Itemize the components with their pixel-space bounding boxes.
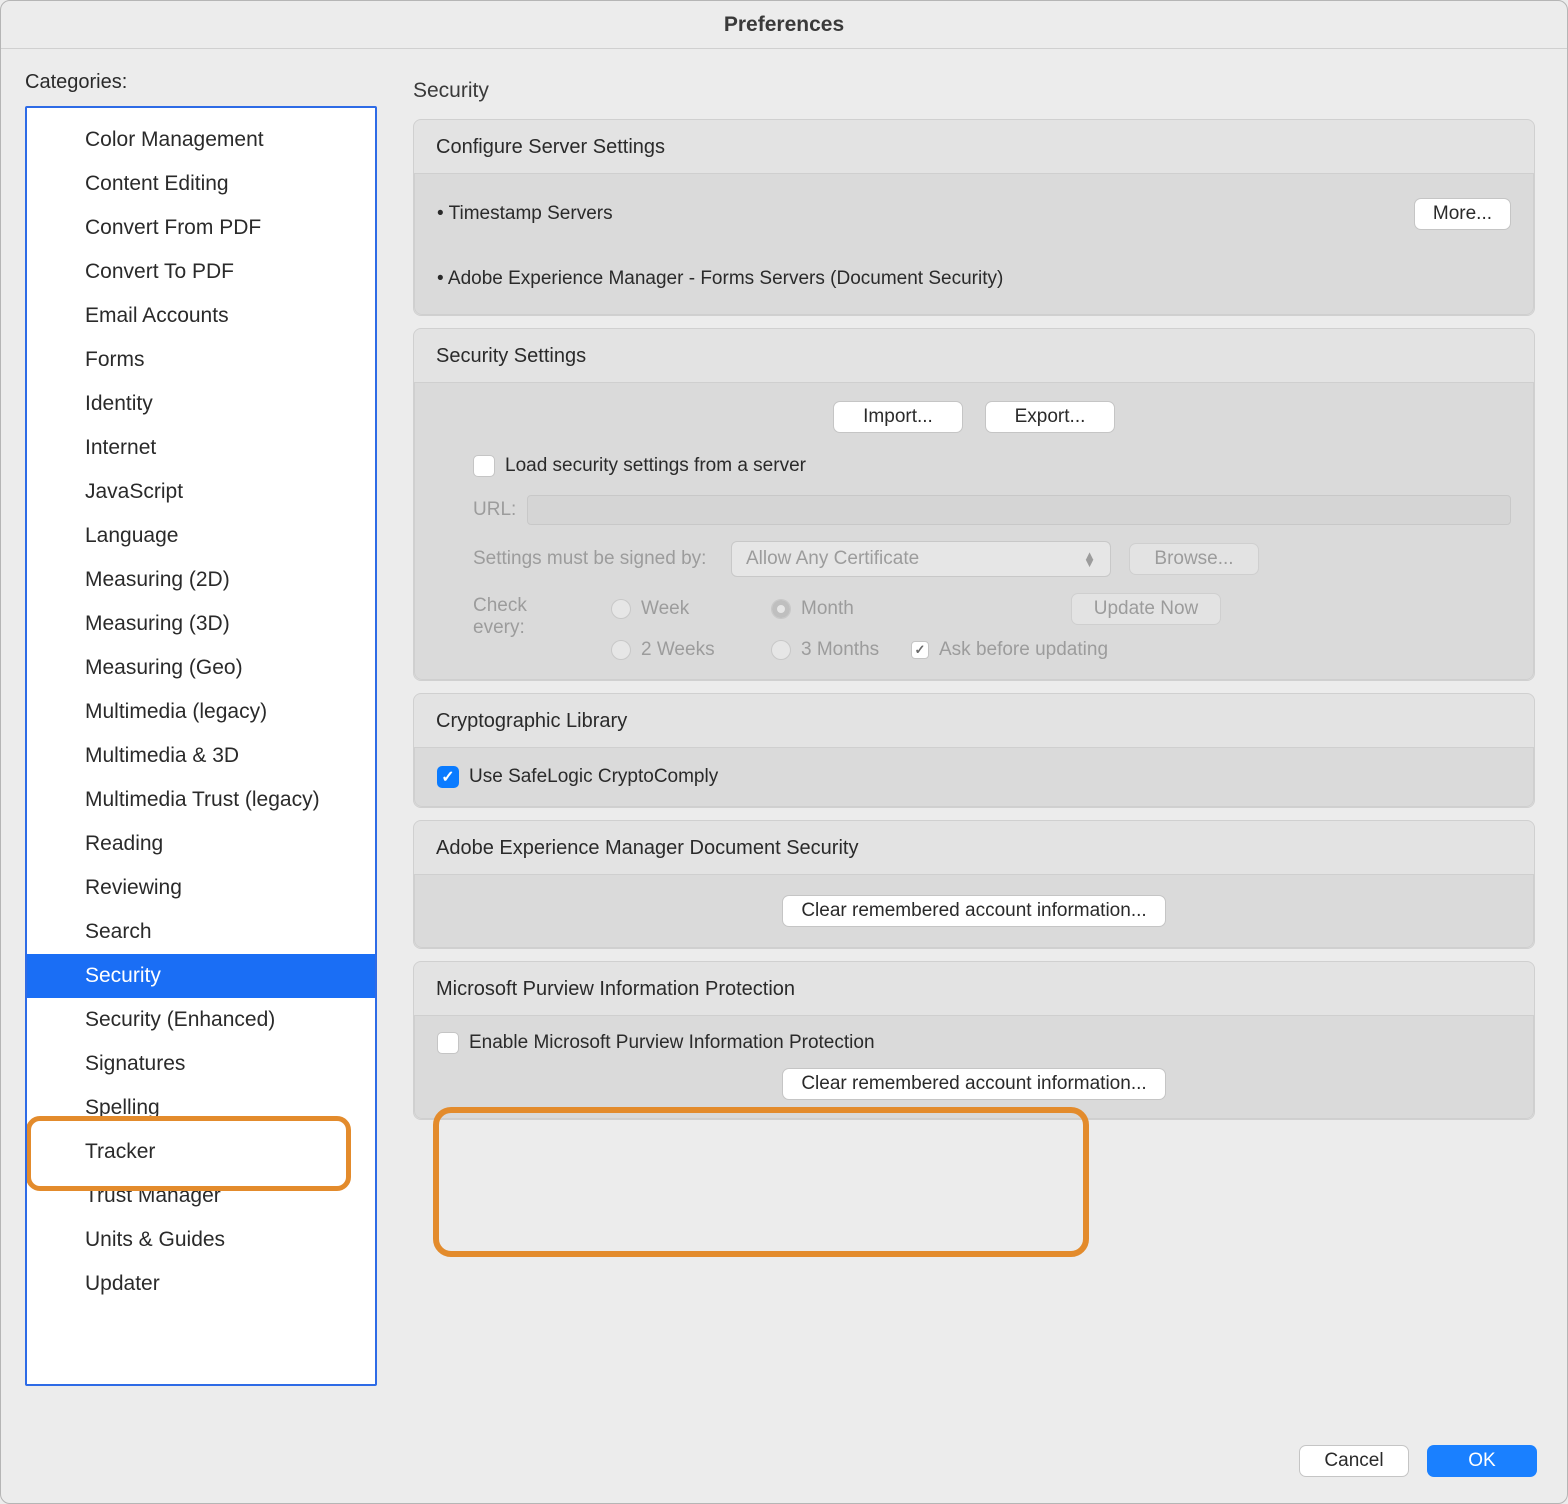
- crypto-row: Use SafeLogic CryptoComply: [437, 766, 1511, 788]
- radio-week-label: Week: [641, 598, 689, 620]
- row-timestamp-servers: • Timestamp Servers More...: [437, 192, 1511, 236]
- signed-by-row: Settings must be signed by: Allow Any Ce…: [437, 541, 1511, 577]
- category-item[interactable]: Identity: [27, 382, 375, 426]
- import-export-row: Import... Export...: [437, 401, 1511, 433]
- category-item[interactable]: Spelling: [27, 1086, 375, 1130]
- mpip-enable-label: Enable Microsoft Purview Information Pro…: [469, 1032, 875, 1054]
- signed-by-label: Settings must be signed by:: [473, 548, 713, 570]
- panel-server-settings-title: Configure Server Settings: [414, 120, 1534, 173]
- category-item[interactable]: Multimedia (legacy): [27, 690, 375, 734]
- category-item[interactable]: Email Accounts: [27, 294, 375, 338]
- ok-button[interactable]: OK: [1427, 1445, 1537, 1477]
- category-item[interactable]: Color Management: [27, 118, 375, 162]
- check-every-row: Check every: Week Month Update Now 2 Wee…: [437, 593, 1511, 661]
- import-button[interactable]: Import...: [833, 401, 963, 433]
- cancel-button[interactable]: Cancel: [1299, 1445, 1409, 1477]
- more-button[interactable]: More...: [1414, 198, 1511, 230]
- category-item[interactable]: Multimedia & 3D: [27, 734, 375, 778]
- category-item[interactable]: Language: [27, 514, 375, 558]
- radio-3months-label: 3 Months: [801, 639, 879, 661]
- panel-server-settings-body: • Timestamp Servers More... • Adobe Expe…: [414, 173, 1534, 315]
- main-pane: Security Configure Server Settings • Tim…: [413, 71, 1543, 1423]
- radio-month: [771, 599, 791, 619]
- preferences-window: Preferences Categories: Color Management…: [0, 0, 1568, 1504]
- category-item[interactable]: Convert To PDF: [27, 250, 375, 294]
- category-item[interactable]: Measuring (2D): [27, 558, 375, 602]
- panel-aem-title: Adobe Experience Manager Document Securi…: [414, 821, 1534, 874]
- radio-month-label: Month: [801, 598, 854, 620]
- ask-before-updating-label: Ask before updating: [939, 639, 1108, 661]
- category-item[interactable]: Trust Manager: [27, 1174, 375, 1218]
- export-button[interactable]: Export...: [985, 401, 1115, 433]
- category-item[interactable]: Security: [27, 954, 375, 998]
- categories-list[interactable]: Color ManagementContent EditingConvert F…: [25, 106, 377, 1386]
- url-row: URL:: [437, 495, 1511, 525]
- radio-2weeks-label: 2 Weeks: [641, 639, 715, 661]
- category-item[interactable]: JavaScript: [27, 470, 375, 514]
- category-item[interactable]: Forms: [27, 338, 375, 382]
- radio-3months: [771, 640, 791, 660]
- radio-2weeks: [611, 640, 631, 660]
- category-item[interactable]: Measuring (Geo): [27, 646, 375, 690]
- panel-aem-body: Clear remembered account information...: [414, 874, 1534, 948]
- panel-server-settings: Configure Server Settings • Timestamp Se…: [413, 119, 1535, 316]
- chevron-updown-icon: ▲▼: [1083, 552, 1096, 566]
- dialog-body: Categories: Color ManagementContent Edit…: [1, 49, 1567, 1423]
- category-item[interactable]: Updater: [27, 1262, 375, 1306]
- browse-button: Browse...: [1129, 543, 1259, 575]
- category-item[interactable]: Reading: [27, 822, 375, 866]
- category-item[interactable]: Convert From PDF: [27, 206, 375, 250]
- page-heading: Security: [413, 79, 1535, 119]
- mpip-clear-row: Clear remembered account information...: [437, 1068, 1511, 1100]
- radio-week: [611, 599, 631, 619]
- panel-mpip: Microsoft Purview Information Protection…: [413, 961, 1535, 1120]
- sidebar: Categories: Color ManagementContent Edit…: [25, 71, 377, 1423]
- panel-aem: Adobe Experience Manager Document Securi…: [413, 820, 1535, 949]
- load-from-server-label: Load security settings from a server: [505, 455, 806, 477]
- ask-before-updating-checkbox: [911, 641, 929, 659]
- update-now-button: Update Now: [1071, 593, 1221, 625]
- category-item[interactable]: Security (Enhanced): [27, 998, 375, 1042]
- safelogic-label: Use SafeLogic CryptoComply: [469, 766, 718, 788]
- category-item[interactable]: Internet: [27, 426, 375, 470]
- panel-mpip-title: Microsoft Purview Information Protection: [414, 962, 1534, 1015]
- mpip-clear-button[interactable]: Clear remembered account information...: [782, 1068, 1165, 1100]
- row-aem-forms-servers: • Adobe Experience Manager - Forms Serve…: [437, 262, 1511, 296]
- panel-crypto: Cryptographic Library Use SafeLogic Cryp…: [413, 693, 1535, 808]
- timestamp-servers-label: • Timestamp Servers: [437, 203, 613, 225]
- signed-by-select: Allow Any Certificate ▲▼: [731, 541, 1111, 577]
- load-from-server-checkbox[interactable]: [473, 455, 495, 477]
- check-every-label: Check every:: [473, 593, 583, 639]
- panel-crypto-body: Use SafeLogic CryptoComply: [414, 747, 1534, 807]
- category-item[interactable]: Reviewing: [27, 866, 375, 910]
- panel-security-settings-title: Security Settings: [414, 329, 1534, 382]
- panel-security-settings: Security Settings Import... Export... Lo…: [413, 328, 1535, 681]
- category-item[interactable]: Units & Guides: [27, 1218, 375, 1262]
- panel-crypto-title: Cryptographic Library: [414, 694, 1534, 747]
- url-input: [527, 495, 1511, 525]
- category-item[interactable]: Measuring (3D): [27, 602, 375, 646]
- mpip-enable-row: Enable Microsoft Purview Information Pro…: [437, 1032, 1511, 1054]
- aem-clear-button[interactable]: Clear remembered account information...: [782, 895, 1165, 927]
- load-from-server-row: Load security settings from a server: [437, 455, 1511, 477]
- mpip-enable-checkbox[interactable]: [437, 1032, 459, 1054]
- check-every-options: Week Month Update Now 2 Weeks 3 Months A…: [611, 593, 1221, 661]
- panel-security-settings-body: Import... Export... Load security settin…: [414, 382, 1534, 680]
- url-label: URL:: [473, 499, 517, 521]
- panel-mpip-body: Enable Microsoft Purview Information Pro…: [414, 1015, 1534, 1119]
- categories-label: Categories:: [25, 71, 377, 106]
- category-item[interactable]: Search: [27, 910, 375, 954]
- window-title: Preferences: [1, 1, 1567, 49]
- category-item[interactable]: Multimedia Trust (legacy): [27, 778, 375, 822]
- category-item[interactable]: Content Editing: [27, 162, 375, 206]
- dialog-footer: Cancel OK: [1299, 1445, 1537, 1477]
- category-item[interactable]: Tracker: [27, 1130, 375, 1174]
- safelogic-checkbox[interactable]: [437, 766, 459, 788]
- category-item[interactable]: Signatures: [27, 1042, 375, 1086]
- signed-by-value: Allow Any Certificate: [746, 548, 919, 570]
- aem-forms-servers-label: • Adobe Experience Manager - Forms Serve…: [437, 268, 1003, 290]
